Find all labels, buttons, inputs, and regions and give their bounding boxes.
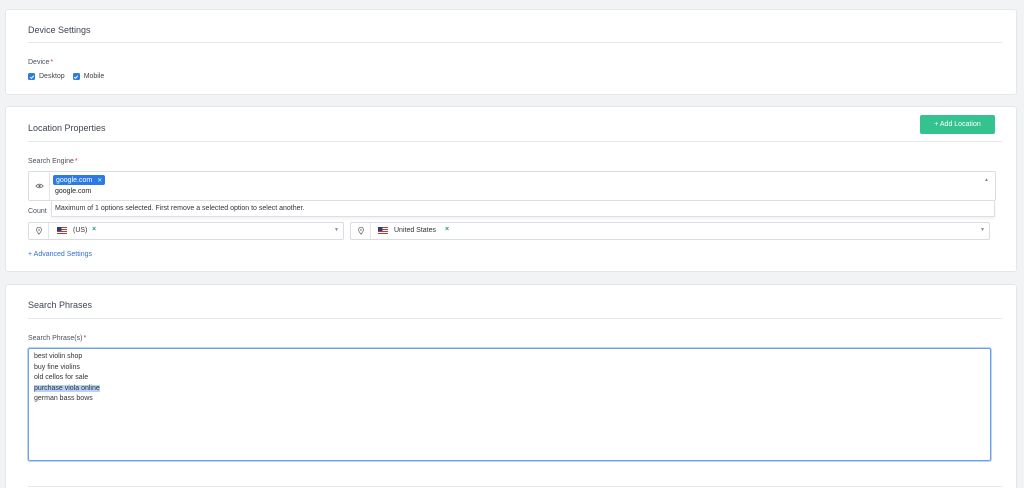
language-value: (US) (73, 227, 88, 234)
search-engine-input[interactable]: google.com (55, 188, 91, 195)
remove-tag-icon[interactable]: ✕ (97, 177, 102, 184)
remove-language-icon[interactable]: × (92, 226, 96, 233)
search-engine-dropdown-message: Maximum of 1 options selected. First rem… (51, 200, 995, 217)
caret-icon[interactable]: ▲ (984, 177, 989, 183)
selected-engine-tag[interactable]: google.com ✕ (53, 175, 106, 185)
divider (28, 318, 1002, 319)
caret-icon[interactable]: ▼ (334, 227, 339, 233)
country-label: Count (28, 208, 47, 215)
device-options: Desktop Mobile (28, 73, 112, 80)
divider (28, 141, 1002, 142)
divider (28, 486, 1002, 487)
us-flag-icon (57, 227, 67, 234)
phrase-line: best violin shop (34, 353, 83, 360)
eye-icon (29, 172, 50, 200)
search-phrases-textarea[interactable]: best violin shop buy fine violins old ce… (28, 348, 991, 461)
caret-icon[interactable]: ▼ (980, 227, 985, 233)
desktop-checkbox[interactable] (28, 73, 35, 80)
country-value: United States (394, 227, 437, 234)
us-flag-icon (378, 227, 388, 234)
search-engine-select[interactable]: google.com ✕ google.com ▲ (28, 171, 996, 201)
phrase-line: german bass bows (34, 395, 93, 403)
divider (28, 42, 1002, 43)
desktop-label: Desktop (39, 73, 65, 80)
device-settings-title: Device Settings (28, 25, 91, 35)
device-label: Device* (28, 59, 54, 66)
phrase-line: buy fine violins (34, 363, 80, 371)
language-select[interactable]: (US) × ▼ (28, 222, 344, 240)
device-settings-card: Device Settings Device* Desktop Mobile (5, 9, 1017, 95)
location-properties-title: Location Properties (28, 123, 106, 133)
phrase-line: old cellos for sale (34, 374, 89, 382)
check-icon (74, 74, 79, 79)
remove-country-icon[interactable]: × (445, 226, 449, 233)
search-engine-label: Search Engine* (28, 158, 78, 165)
search-phrases-label: Search Phrase(s)* (28, 335, 87, 342)
add-location-button[interactable]: + Add Location (920, 115, 995, 134)
mobile-label: Mobile (83, 73, 105, 80)
check-icon (29, 74, 34, 79)
map-pin-icon (29, 223, 49, 239)
search-phrases-title: Search Phrases (28, 300, 93, 310)
location-properties-card: Location Properties + Add Location Searc… (5, 106, 1017, 272)
country-select[interactable]: United States × ▼ (350, 222, 990, 240)
advanced-settings-link[interactable]: + Advanced Settings (28, 251, 92, 258)
map-pin-icon (351, 223, 371, 239)
phrase-line-selected: purchase viola online (34, 384, 100, 392)
search-phrases-card: Search Phrases Search Phrase(s)* best vi… (5, 284, 1017, 488)
mobile-checkbox[interactable] (72, 73, 80, 80)
